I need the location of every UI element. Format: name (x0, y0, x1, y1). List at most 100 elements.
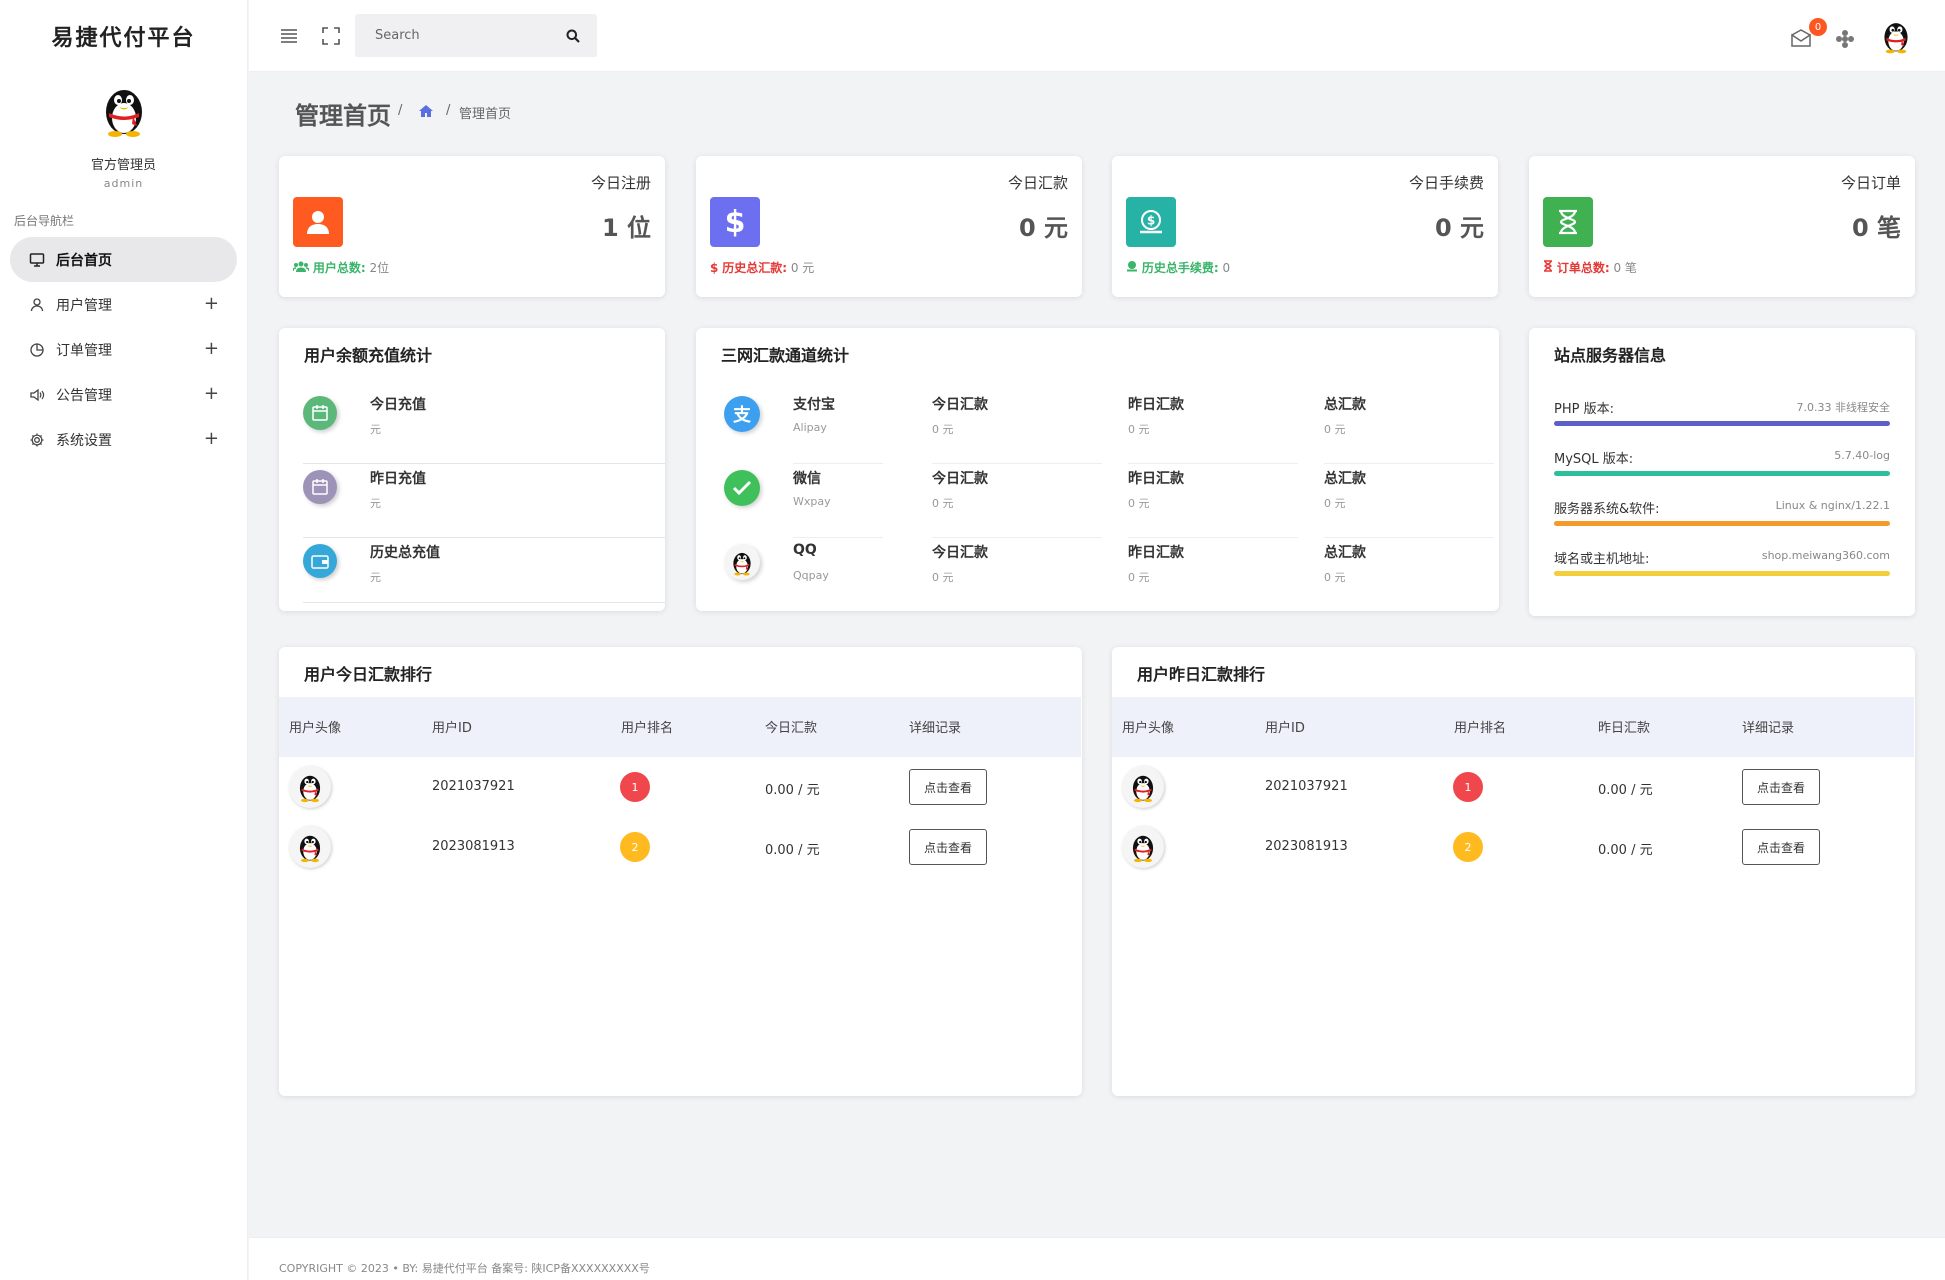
server-value: 5.7.40-log (1834, 449, 1890, 462)
stat-footer-value: 0 元 (790, 261, 815, 275)
calendar-icon (303, 396, 337, 430)
alipay-icon: 支 (724, 396, 760, 432)
expand-plus-icon[interactable]: + (204, 428, 219, 449)
column-header: 用户头像 (1122, 721, 1175, 736)
brand-title[interactable]: 易捷代付平台 (0, 0, 247, 72)
search-icon[interactable] (561, 24, 585, 48)
server-row-mysql: MySQL 版本: 5.7.40-log (1554, 448, 1890, 488)
rank-today-card: 用户今日汇款排行 用户头像 用户ID 用户排名 今日汇款 详细记录 202103… (279, 647, 1082, 1096)
column-header: 用户排名 (1454, 721, 1507, 736)
sidebar-item-notices[interactable]: 公告管理 + (10, 372, 237, 417)
stat-footer-label: 订单总数: (1556, 261, 1610, 275)
gear-icon (28, 431, 46, 449)
sidebar-item-settings[interactable]: 系统设置 + (10, 417, 237, 462)
cell-label: 总汇款 (1324, 545, 1366, 561)
stat-footer-value: 0 笔 (1613, 261, 1637, 275)
cell-value: 0 元 (1324, 571, 1346, 584)
sidebar-item-label: 用户管理 (56, 297, 112, 314)
server-value: shop.meiwang360.com (1761, 549, 1890, 562)
sidebar-item-dashboard[interactable]: 后台首页 (10, 237, 237, 282)
profile-role: admin (103, 177, 144, 190)
hourglass-small-icon (1543, 260, 1557, 275)
breadcrumb-separator: / (446, 103, 451, 118)
table-header: 用户头像 用户ID 用户排名 今日汇款 详细记录 (279, 697, 1081, 757)
dollar-icon: $ (710, 197, 760, 247)
cell-label: 昨日汇款 (1128, 471, 1184, 487)
view-detail-button[interactable]: 点击查看 (909, 769, 987, 805)
cell-value: 0 元 (932, 497, 954, 510)
qq-avatar (289, 766, 331, 808)
channel-row-wechat: 微信 Wxpay 今日汇款 0 元 昨日汇款 0 元 总汇款 0 元 (716, 464, 1496, 538)
table-row: 2023081913 2 0.00 / 元 点击查看 (1112, 817, 1914, 877)
rank-badge: 1 (1453, 772, 1483, 802)
server-label: MySQL 版本: (1554, 452, 1634, 467)
menu-toggle-icon[interactable] (277, 24, 301, 48)
home-icon[interactable] (418, 104, 434, 122)
qq-penguin-icon (724, 544, 760, 580)
dollar-small-icon: $ (710, 261, 719, 275)
server-row-system: 服务器系统&软件: Linux & nginx/1.22.1 (1554, 498, 1890, 538)
server-label: PHP 版本: (1554, 402, 1614, 417)
amount: 0.00 / 元 (1598, 783, 1653, 798)
topbar: 0 (249, 0, 1945, 72)
recharge-row-yesterday: 昨日充值 元 (303, 464, 665, 538)
cell-value: 0 元 (1128, 571, 1150, 584)
stat-title: 今日注册 (590, 174, 651, 192)
view-detail-button[interactable]: 点击查看 (1742, 769, 1820, 805)
sidebar-item-label: 后台首页 (56, 252, 112, 269)
stat-title: 今日订单 (1840, 174, 1901, 192)
channel-name: 微信 (793, 471, 821, 487)
cell-value: 0 元 (932, 423, 954, 436)
table-header: 用户头像 用户ID 用户排名 昨日汇款 详细记录 (1112, 697, 1914, 757)
theme-settings-icon[interactable] (1833, 27, 1857, 51)
server-value: 7.0.33 非线程安全 (1796, 401, 1890, 414)
channel-code: Wxpay (793, 495, 831, 508)
monitor-icon (28, 251, 46, 269)
channel-name: QQ (793, 542, 817, 558)
stat-footer-label: 历史总手续费: (1141, 261, 1219, 275)
sidebar-item-label: 系统设置 (56, 432, 112, 449)
column-header: 用户头像 (289, 721, 342, 736)
stat-footer-value: 0 (1222, 261, 1231, 275)
cell-label: 昨日汇款 (1128, 397, 1184, 413)
sidebar-item-label: 公告管理 (56, 387, 112, 404)
cell-label: 昨日汇款 (1128, 545, 1184, 561)
stat-footer: $ 历史总汇款: 0 元 (710, 259, 814, 276)
wechat-check-icon (724, 470, 760, 506)
qq-avatar (289, 826, 331, 868)
channel-code: Qqpay (793, 569, 829, 582)
sidebar-item-users[interactable]: 用户管理 + (10, 282, 237, 327)
fullscreen-icon[interactable] (319, 24, 343, 48)
stat-value: 1 位 (601, 214, 651, 242)
stat-footer: 订单总数: 0 笔 (1543, 259, 1637, 276)
stat-footer-label: 历史总汇款: (722, 261, 787, 275)
cell-label: 今日汇款 (932, 471, 988, 487)
recharge-row-total: 历史总充值 元 (303, 538, 665, 603)
user-avatar[interactable] (1879, 18, 1913, 54)
table-row: 2021037921 1 0.00 / 元 点击查看 (1112, 757, 1914, 817)
svg-text:$: $ (1147, 214, 1155, 228)
admin-avatar[interactable] (99, 82, 149, 138)
column-header: 详细记录 (1742, 721, 1795, 736)
users-group-icon (292, 261, 313, 275)
amount: 0.00 / 元 (765, 843, 820, 858)
column-header: 用户ID (432, 721, 472, 736)
user-id: 2023081913 (432, 839, 515, 854)
view-detail-button[interactable]: 点击查看 (909, 829, 987, 865)
recharge-row-today: 今日充值 元 (303, 390, 665, 464)
expand-plus-icon[interactable]: + (204, 338, 219, 359)
expand-plus-icon[interactable]: + (204, 383, 219, 404)
channel-row-alipay: 支 支付宝 Alipay 今日汇款 0 元 昨日汇款 0 元 总汇款 0 元 (716, 390, 1496, 464)
recharge-value: 元 (370, 423, 381, 436)
stat-card-register: 今日注册 1 位 用户总数: 2位 (279, 156, 665, 297)
expand-plus-icon[interactable]: + (204, 293, 219, 314)
cell-label: 总汇款 (1324, 471, 1366, 487)
breadcrumb-separator: / (398, 103, 403, 118)
sidebar-item-orders[interactable]: 订单管理 + (10, 327, 237, 372)
speaker-icon (28, 386, 46, 404)
sidebar-item-label: 订单管理 (56, 342, 112, 359)
pie-chart-icon (28, 341, 46, 359)
rank-badge: 2 (620, 832, 650, 862)
view-detail-button[interactable]: 点击查看 (1742, 829, 1820, 865)
recharge-label: 今日充值 (370, 397, 426, 413)
